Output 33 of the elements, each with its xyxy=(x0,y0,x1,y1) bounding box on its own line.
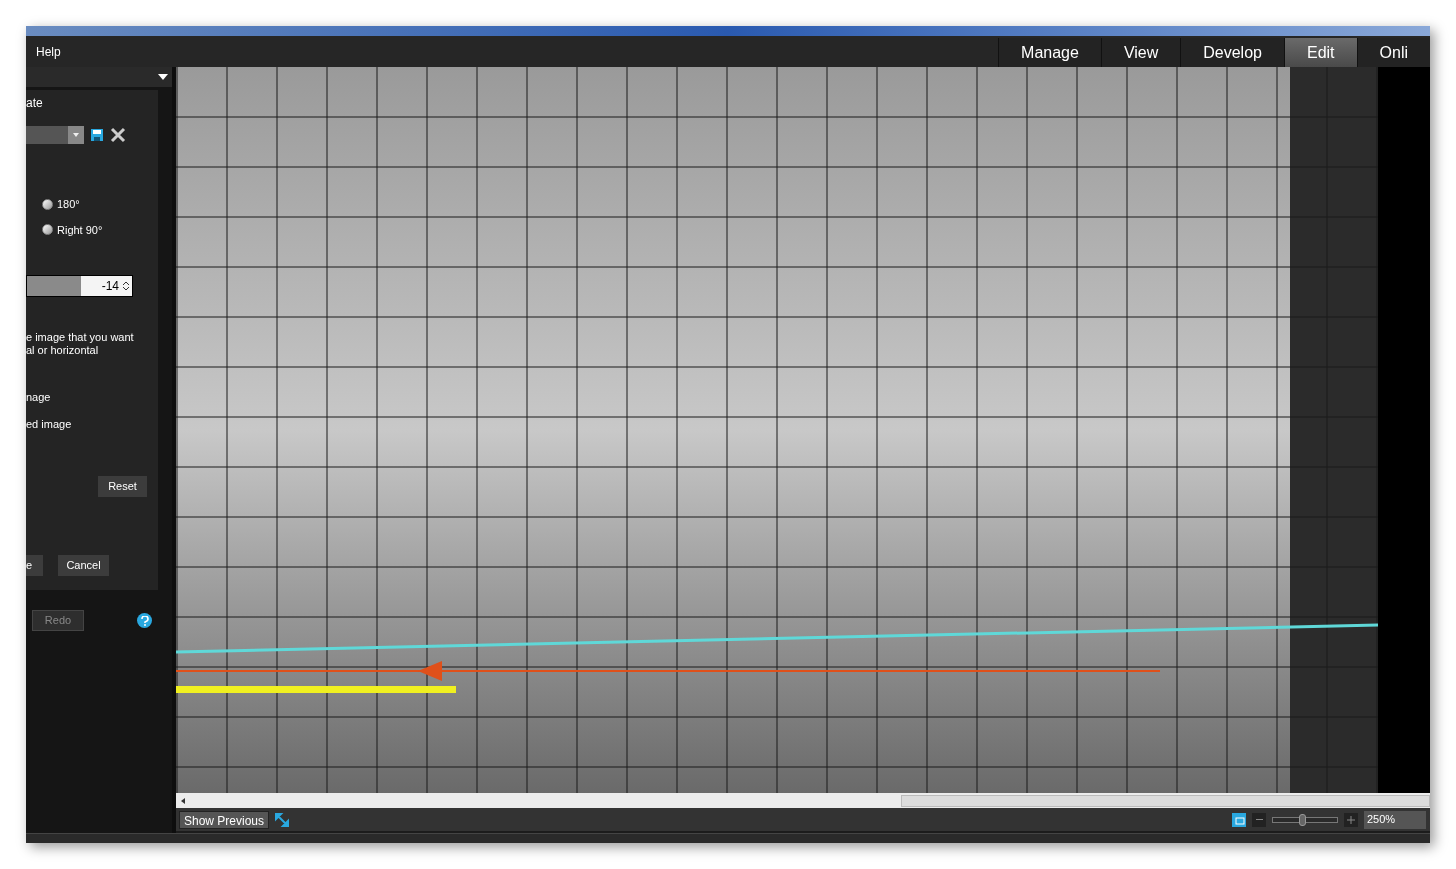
help-icon[interactable] xyxy=(137,613,152,628)
radio-button[interactable] xyxy=(42,224,53,236)
straighten-handle-icon[interactable] xyxy=(418,661,442,681)
zoom-slider-thumb[interactable] xyxy=(1298,813,1306,826)
expand-arrows-icon[interactable] xyxy=(275,812,290,827)
cancel-button[interactable]: Cancel xyxy=(58,555,109,576)
angle-value: -14 xyxy=(101,278,119,295)
horizontal-scrollbar[interactable] xyxy=(176,793,1430,808)
fit-window-icon[interactable] xyxy=(1232,812,1246,827)
radio-label: 180° xyxy=(57,197,80,212)
option-label: ed image xyxy=(26,416,73,432)
show-previous-button[interactable]: Show Previous xyxy=(179,810,270,829)
reset-button[interactable]: Reset xyxy=(98,476,147,497)
save-icon[interactable] xyxy=(91,129,103,141)
apply-button[interactable]: e xyxy=(26,555,43,576)
radio-label: Right 90° xyxy=(57,222,103,238)
zoom-field[interactable]: 250% xyxy=(1364,810,1426,829)
panel-title: ate xyxy=(26,95,44,112)
angle-slider-field[interactable]: -14 xyxy=(26,275,133,297)
horizon-guide-line[interactable] xyxy=(176,623,1379,654)
zoom-out-button[interactable] xyxy=(1252,812,1266,827)
scrollbar-thumb[interactable] xyxy=(901,794,1430,807)
zoom-slider[interactable] xyxy=(1272,816,1338,823)
help-menu[interactable]: Help xyxy=(36,42,61,61)
radio-button[interactable] xyxy=(42,198,53,210)
instruction-text: e image that you want xyxy=(26,331,135,344)
spinner-arrows-icon xyxy=(123,281,129,291)
close-icon[interactable] xyxy=(110,127,126,143)
option-label: nage xyxy=(26,390,52,405)
scroll-left-icon[interactable] xyxy=(181,797,185,804)
caret-icon xyxy=(158,74,168,80)
workspace-tab[interactable]: Edit xyxy=(1283,38,1357,67)
instruction-text: al or horizontal xyxy=(26,344,100,357)
